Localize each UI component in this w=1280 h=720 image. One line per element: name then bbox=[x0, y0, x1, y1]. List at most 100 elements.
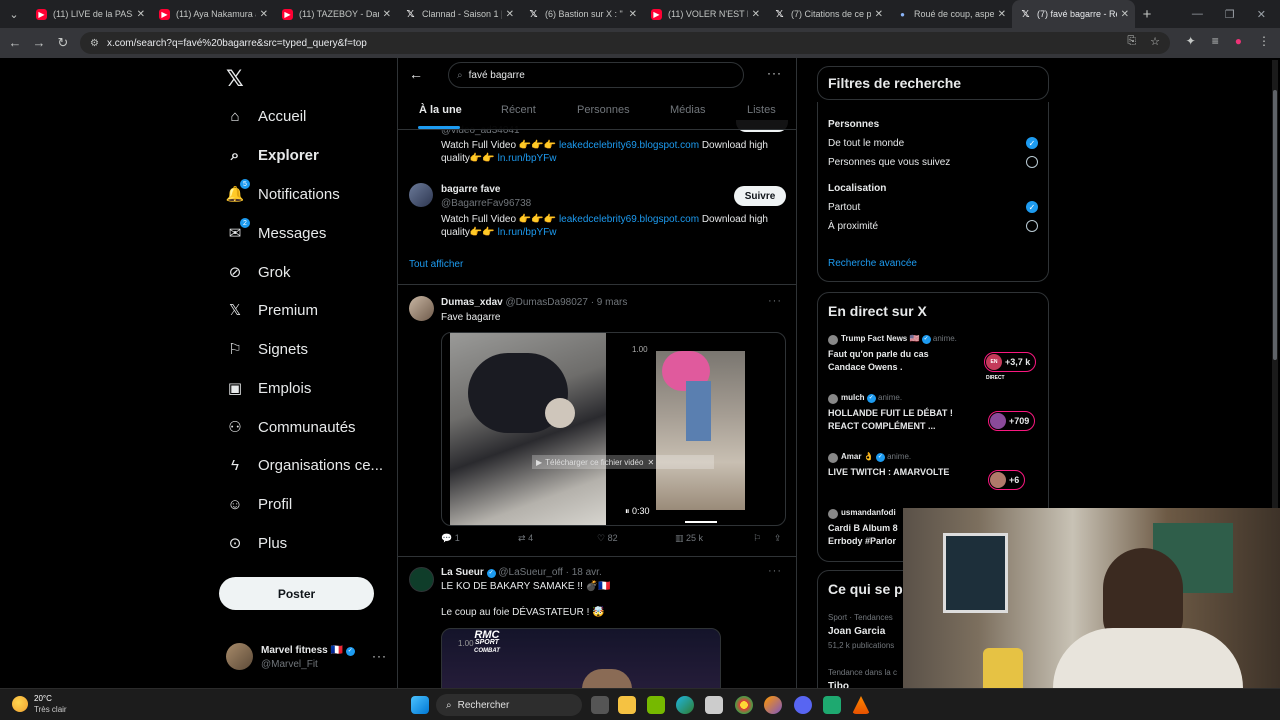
browser-tab[interactable]: ▶ (11) TAZEBOY - Dans ✕ bbox=[274, 0, 397, 28]
browser-tab[interactable]: ▶ (11) LIVE de la PASSIO ✕ bbox=[28, 0, 151, 28]
close-tab-icon[interactable]: ✕ bbox=[998, 9, 1006, 20]
tweet-video[interactable]: 1.00 RMC SPORT COMBAT bbox=[441, 628, 721, 688]
reading-list-icon[interactable]: ≡ bbox=[1212, 34, 1219, 48]
nav-item-x-premium[interactable]: 𝕏 Premium bbox=[226, 295, 318, 325]
live-space-item[interactable]: mulch ✓ anime. HOLLANDE FUIT LE DÉBAT ! RE… bbox=[828, 392, 1040, 442]
close-overlay-icon[interactable]: ✕ bbox=[647, 458, 654, 467]
reply-button[interactable]: 💬 1 bbox=[441, 533, 460, 544]
nav-item-mail[interactable]: ✉ 2 Messages bbox=[226, 218, 326, 248]
radio-anywhere[interactable]: ✓ bbox=[1026, 201, 1038, 213]
tweet-video[interactable]: 1.00 ▶ Télécharger ce fichier vidéo ✕ ⏸ … bbox=[441, 332, 786, 526]
filter-option-following[interactable]: Personnes que vous suivez bbox=[828, 157, 950, 168]
tab-lists[interactable]: Listes bbox=[747, 104, 776, 116]
vlc-icon[interactable] bbox=[852, 696, 870, 714]
weather-icon[interactable] bbox=[12, 696, 28, 712]
restore-icon[interactable]: ❐ bbox=[1225, 8, 1235, 21]
browser-tab[interactable]: ▶ (11) VOLER N'EST PA ✕ bbox=[643, 0, 766, 28]
close-tab-icon[interactable]: ✕ bbox=[752, 9, 760, 20]
repost-button[interactable]: ⇄ 4 bbox=[518, 533, 533, 544]
extensions-icon[interactable]: ✦ bbox=[1186, 34, 1196, 48]
views-button[interactable]: ▥ 25 k bbox=[675, 533, 703, 544]
close-tab-icon[interactable]: ✕ bbox=[383, 9, 391, 20]
back-icon[interactable]: ← bbox=[2, 35, 28, 50]
close-tab-icon[interactable]: ✕ bbox=[137, 9, 145, 20]
back-arrow-icon[interactable]: ← bbox=[409, 66, 423, 82]
bio-short-link[interactable]: ln.run/bpYFw bbox=[498, 227, 557, 238]
close-tab-icon[interactable]: ✕ bbox=[1121, 9, 1129, 20]
bio-link[interactable]: leakedcelebrity69.blogspot.com bbox=[559, 140, 699, 151]
tweet-more-icon[interactable]: ··· bbox=[768, 565, 782, 577]
browser-tab[interactable]: 𝕏 (7) Citations de ce po ✕ bbox=[766, 0, 889, 28]
pause-icon[interactable]: ⏸ bbox=[625, 506, 630, 516]
minimize-icon[interactable]: — bbox=[1192, 8, 1203, 20]
taskbar-search[interactable]: ⌕ Rechercher bbox=[436, 694, 582, 716]
firefox-icon[interactable] bbox=[764, 696, 782, 714]
tweet[interactable]: Dumas_xdav @DumasDa98027 · 9 mars ··· Fa… bbox=[398, 285, 796, 556]
tweet-avatar[interactable] bbox=[409, 296, 434, 321]
tweet-date[interactable]: · 18 avr. bbox=[566, 567, 602, 578]
nav-item-grok[interactable]: ⊘ Grok bbox=[226, 257, 291, 287]
store-icon[interactable] bbox=[705, 696, 723, 714]
share-button[interactable]: ⇪ bbox=[774, 533, 782, 544]
forward-icon[interactable]: → bbox=[26, 35, 52, 50]
browser-menu-icon[interactable]: ⋮ bbox=[1258, 34, 1270, 48]
chrome-icon[interactable] bbox=[735, 696, 753, 714]
tab-latest[interactable]: Récent bbox=[501, 104, 536, 116]
nav-item-bell[interactable]: 🔔 5 Notifications bbox=[226, 179, 340, 209]
filter-option-anywhere[interactable]: Partout bbox=[828, 202, 860, 213]
new-tab-button[interactable]: + bbox=[1135, 6, 1159, 23]
video-progress[interactable] bbox=[685, 521, 717, 523]
browser-tab[interactable]: 𝕏 (6) Bastion sur X : " ✕ bbox=[520, 0, 643, 28]
account-more-icon[interactable]: ··· bbox=[372, 649, 387, 663]
show-all-link[interactable]: Tout afficher bbox=[409, 259, 463, 270]
tweet-author-name[interactable]: Dumas_xdav bbox=[441, 297, 503, 308]
trend-name[interactable]: Joan Garcia bbox=[828, 626, 885, 637]
edge-icon[interactable] bbox=[676, 696, 694, 714]
tweet-more-icon[interactable]: ··· bbox=[768, 295, 782, 307]
nav-item-briefcase[interactable]: ▣ Emplois bbox=[226, 373, 311, 403]
account-switcher[interactable]: Marvel fitness 🇫🇷 ✓ @Marvel_Fit ··· bbox=[226, 643, 386, 673]
browser-tab[interactable]: ● Roué de coup, asperg ✕ bbox=[889, 0, 1012, 28]
radio-everyone[interactable]: ✓ bbox=[1026, 137, 1038, 149]
bookmark-star-icon[interactable]: ☆ bbox=[1150, 35, 1160, 48]
person-result[interactable]: bagarre fave @BagarreFav96738 Suivre Wat… bbox=[409, 182, 789, 244]
reload-icon[interactable]: ↻ bbox=[50, 35, 76, 51]
url-omnibox[interactable]: ⚙ x.com/search?q=favé%20bagarre&src=type… bbox=[80, 32, 1170, 54]
nav-item-person[interactable]: ☺ Profil bbox=[226, 489, 292, 519]
tweet-author-handle[interactable]: @LaSueur_off bbox=[498, 567, 562, 578]
tweet-author-handle[interactable]: @DumasDa98027 bbox=[505, 297, 587, 308]
bio-short-link[interactable]: ln.run/bpYFw bbox=[498, 153, 557, 164]
advanced-search-link[interactable]: Recherche avancée bbox=[828, 258, 917, 269]
profile-icon[interactable]: ● bbox=[1235, 34, 1242, 48]
browser-tab[interactable]: ▶ (11) Aya Nakamura a ✕ bbox=[151, 0, 274, 28]
nav-item-lightning[interactable]: ϟ Organisations ce... bbox=[226, 450, 383, 480]
nav-item-people[interactable]: ⚇ Communautés bbox=[226, 412, 355, 442]
install-app-icon[interactable]: ⎘ bbox=[1127, 35, 1136, 48]
video-download-overlay[interactable]: ▶ Télécharger ce fichier vidéo ✕ bbox=[532, 455, 714, 469]
site-info-icon[interactable]: ⚙ bbox=[90, 38, 99, 49]
bio-link[interactable]: leakedcelebrity69.blogspot.com bbox=[559, 214, 699, 225]
tab-search-chevron-icon[interactable]: ⌄ bbox=[0, 0, 28, 28]
nav-item-more-circle[interactable]: ⊙ Plus bbox=[226, 528, 287, 558]
tab-media[interactable]: Médias bbox=[670, 104, 705, 116]
app-icon[interactable] bbox=[823, 696, 841, 714]
close-tab-icon[interactable]: ✕ bbox=[260, 9, 268, 20]
filter-option-nearby[interactable]: À proximité bbox=[828, 221, 878, 232]
windows-start-icon[interactable] bbox=[411, 696, 429, 714]
live-space-item[interactable]: Amar 👌 ✓ anime. LIVE TWITCH : AMARVOLTE +6 bbox=[828, 451, 1040, 501]
file-explorer-icon[interactable] bbox=[618, 696, 636, 714]
x-logo-icon[interactable]: 𝕏 bbox=[226, 66, 244, 92]
radio-nearby[interactable] bbox=[1026, 220, 1038, 232]
task-view-icon[interactable] bbox=[591, 696, 609, 714]
tweet-date[interactable]: · 9 mars bbox=[591, 297, 628, 308]
like-button[interactable]: ♡ 82 bbox=[597, 533, 618, 544]
close-tab-icon[interactable]: ✕ bbox=[506, 9, 514, 20]
browser-tab[interactable]: 𝕏 Clannad - Saison 1 | ✕ bbox=[397, 0, 520, 28]
browser-tab[interactable]: 𝕏 (7) favé bagarre - Re ✕ bbox=[1012, 0, 1135, 28]
follow-button[interactable]: Suivre bbox=[734, 186, 786, 206]
tweet-avatar[interactable] bbox=[409, 567, 434, 592]
discord-icon[interactable] bbox=[794, 696, 812, 714]
nav-item-home[interactable]: ⌂ Accueil bbox=[226, 101, 306, 131]
search-options-icon[interactable]: ··· bbox=[767, 66, 782, 80]
live-space-item[interactable]: Trump Fact News 🇺🇸 ✓ anime. Faut qu'on pa… bbox=[828, 333, 1040, 383]
